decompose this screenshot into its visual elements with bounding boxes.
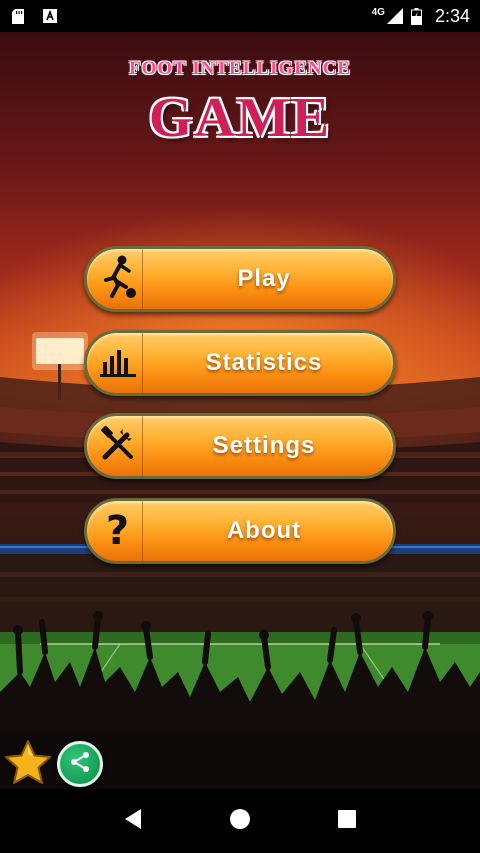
battery-charging-icon	[409, 7, 425, 25]
network-type-label: 4G	[371, 6, 385, 18]
about-label: About	[226, 517, 302, 544]
sd-card-icon	[10, 8, 26, 24]
question-mark-icon: ?	[105, 508, 130, 554]
statistics-label: Statistics	[205, 349, 323, 376]
share-button[interactable]	[57, 741, 103, 787]
app-title: GAME	[148, 87, 332, 149]
settings-icon-cell	[87, 416, 143, 476]
nav-recents-button[interactable]	[327, 801, 367, 841]
statistics-button[interactable]: Statistics	[84, 330, 396, 396]
navigation-bar	[0, 789, 480, 853]
status-clock: 2:34	[434, 5, 470, 26]
tools-icon	[99, 425, 137, 468]
signal-icon	[386, 8, 403, 24]
statistics-icon-cell	[87, 333, 143, 393]
about-button[interactable]: ? About	[84, 498, 396, 564]
play-label: Play	[237, 265, 291, 292]
share-icon	[69, 751, 91, 778]
back-icon	[123, 808, 143, 835]
about-icon-cell: ?	[87, 501, 143, 561]
rate-button[interactable]	[2, 738, 54, 788]
settings-button[interactable]: Settings	[84, 413, 396, 479]
nav-home-button[interactable]	[220, 801, 260, 841]
play-button[interactable]: Play	[84, 246, 396, 312]
nav-back-button[interactable]	[113, 801, 153, 841]
soccer-player-icon	[98, 254, 138, 305]
text-a-icon	[42, 8, 58, 24]
status-bar: 4G 2:34	[0, 0, 480, 32]
recents-icon	[337, 809, 357, 834]
bar-chart-icon	[99, 344, 137, 383]
app-subtitle: FOOT INTELLIGENCE	[128, 58, 351, 79]
home-icon	[229, 808, 251, 835]
settings-label: Settings	[212, 432, 316, 459]
play-icon-cell	[87, 249, 143, 309]
app-screen: 4G 2:34 FOOT INTELLIGENCE GAME Play Stat…	[0, 0, 480, 853]
